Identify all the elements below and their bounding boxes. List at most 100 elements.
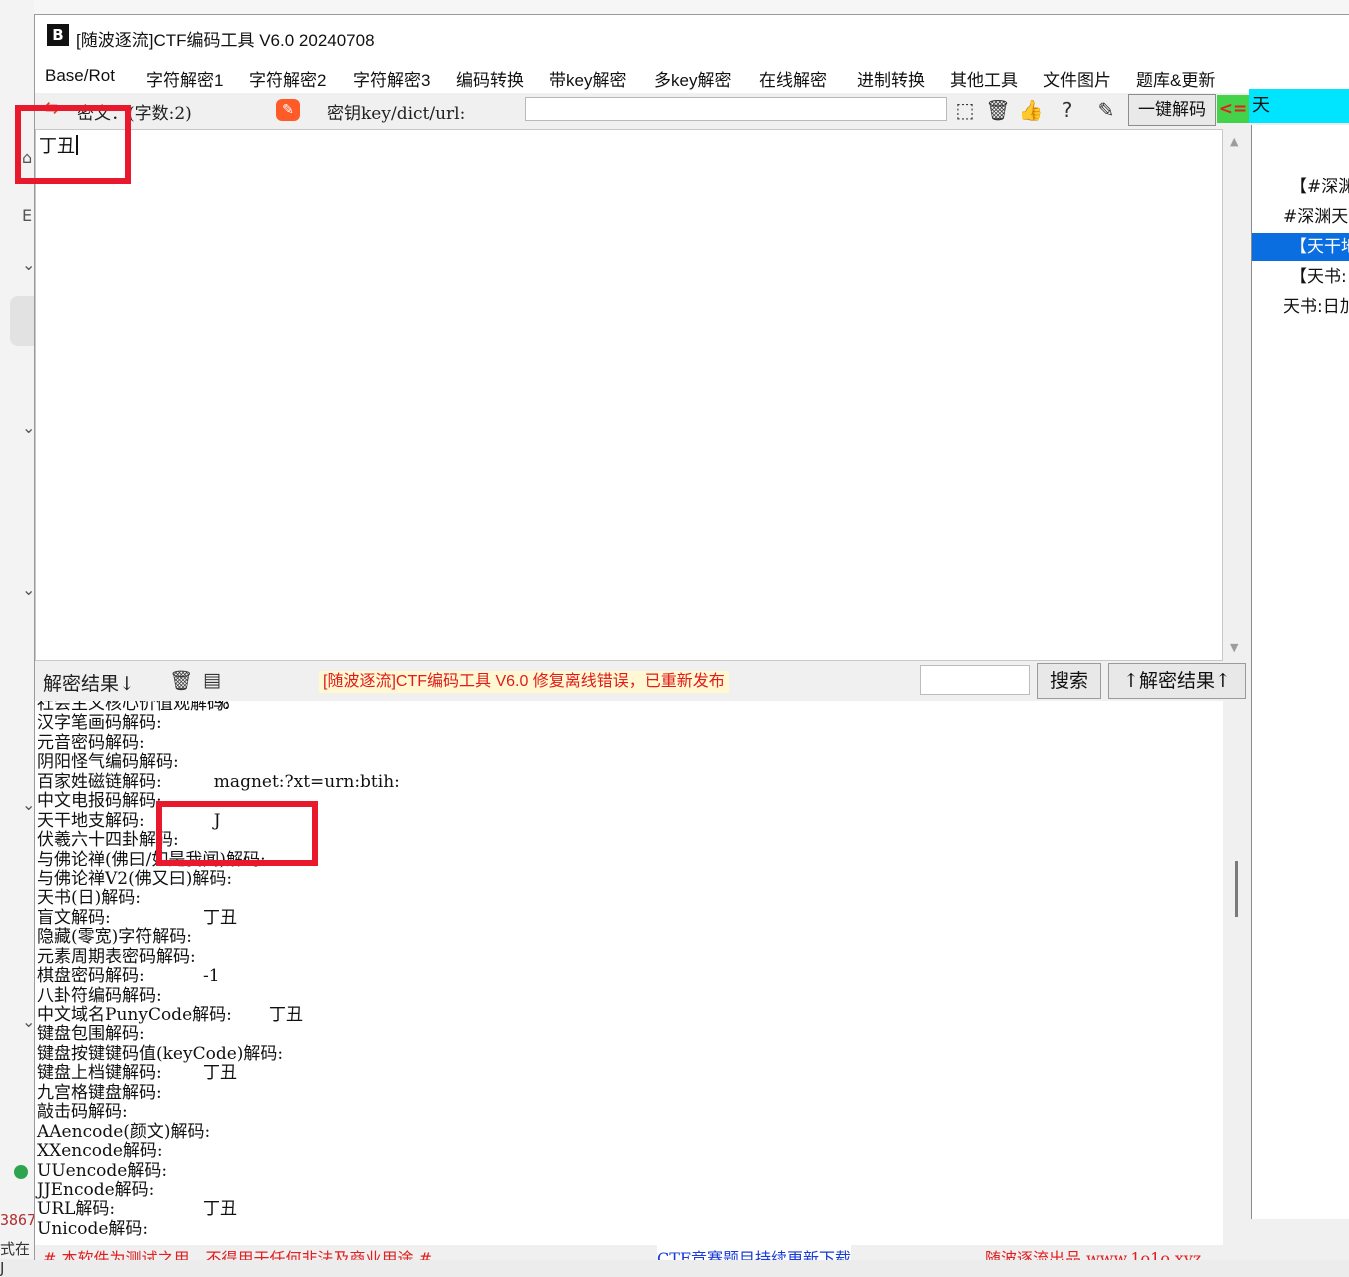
menu-char-decrypt-2[interactable]: 字符解密2 [249, 66, 326, 91]
background-window-top [0, 0, 1349, 15]
menu-char-decrypt-1[interactable]: 字符解密1 [146, 66, 223, 91]
result-line-label: UUencode解码: [37, 1160, 168, 1181]
result-line: 盲文解码: 丁丑 [37, 907, 283, 928]
result-line-label: 社会主义核心价值观解码: [37, 701, 230, 714]
menu-file-image[interactable]: 文件图片 [1043, 66, 1111, 91]
result-line: 敲击码解码: [37, 1102, 283, 1123]
result-line-label: 盲文解码: [37, 907, 111, 928]
menu-online-decrypt[interactable]: 在线解密 [759, 66, 827, 91]
method-item[interactable]: #深渊天 [1252, 203, 1349, 231]
search-button[interactable]: 搜索 [1037, 663, 1101, 699]
decrypt-result-button[interactable]: ↑解密结果↑ [1108, 663, 1246, 699]
result-line: 八卦符编码解码: [37, 985, 283, 1006]
app-window: B [随波逐流]CTF编码工具 V6.0 20240708 Base/Rot 字… [34, 14, 1349, 1260]
menu-multi-key-decrypt[interactable]: 多key解密 [654, 66, 731, 91]
result-line-label: JJEncode解码: [37, 1179, 155, 1200]
result-line-label: 敲击码解码: [37, 1102, 128, 1123]
ciphertext-label: 密文：(字数:2) [77, 104, 192, 124]
result-line: 九宫格键盘解码: [37, 1082, 283, 1103]
status-disclaimer: # 本软件为测试之用，不得用于任何非法及商业用途 # [43, 1249, 432, 1260]
result-line-value: % [203, 701, 230, 714]
output-scrollbar[interactable] [1223, 701, 1251, 1245]
result-line: 百家姓磁链解码: magnet:?xt=urn:btih: [37, 772, 400, 792]
scroll-up-icon[interactable]: ▲ [1230, 135, 1238, 148]
copy-icon[interactable]: ▤ [203, 669, 221, 691]
result-line: UUencode解码: [37, 1160, 283, 1181]
ciphertext-icon: ⇆ [45, 98, 59, 117]
method-list: 【#深渊 #深渊天 【天干地 【天书:日 天书:日加 [1251, 125, 1349, 1219]
result-line: 键盘按键键码值(keyCode)解码: [37, 1043, 284, 1064]
result-line-label: 伏羲六十四卦解码: [37, 830, 179, 851]
help-icon[interactable]: ? [1054, 98, 1080, 122]
pencil-icon[interactable]: ✎ [276, 99, 300, 121]
result-line: 汉字笔画码解码: [37, 714, 283, 733]
result-line: 社会主义核心价值观解码: % [37, 701, 283, 714]
method-item-selected[interactable]: 【天干地 [1252, 233, 1349, 261]
method-item[interactable]: 【天书:日 [1252, 263, 1349, 291]
result-line-label: URL解码: [37, 1199, 116, 1220]
text-caret [76, 135, 78, 155]
result-line: 与佛论禅V2(佛又曰)解码: [37, 869, 283, 889]
type-input[interactable]: 天 [1249, 89, 1349, 123]
one-click-decode-button[interactable]: 一键解码 [1128, 94, 1216, 126]
status-credit[interactable]: 随波逐流出品 www.1o1o.xyz [985, 1245, 1201, 1260]
result-line-label: 九宫格键盘解码: [37, 1082, 162, 1103]
search-input[interactable] [920, 665, 1030, 695]
menu-base-convert[interactable]: 进制转换 [857, 66, 925, 91]
result-line: 中文域名PunyCode解码: 丁丑 [37, 1005, 303, 1025]
result-line-label: 棋盘密码解码: [37, 966, 145, 987]
result-line: Unicode解码: [37, 1219, 283, 1239]
menu-bar: Base/Rot 字符解密1 字符解密2 字符解密3 编码转换 带key解密 多… [35, 59, 1349, 94]
result-line-label: 键盘按键键码值(keyCode)解码: [37, 1043, 284, 1064]
background-tab [10, 296, 34, 346]
title-bar: B [随波逐流]CTF编码工具 V6.0 20240708 [35, 15, 1349, 59]
app-logo: B [47, 24, 69, 46]
result-line-label: 键盘上档键解码: [37, 1063, 162, 1084]
trash-icon[interactable]: 🗑 [985, 98, 1011, 122]
menu-char-decrypt-3[interactable]: 字符解密3 [353, 66, 430, 91]
result-line-label: AAencode(颜文)解码: [37, 1121, 211, 1142]
cursor-select-icon[interactable]: ⬚ [952, 98, 978, 122]
result-output[interactable]: 社会主义核心价值观解码: % 汉字笔画码解码: 元音密码解码: 阴阳怪气编码解码: 百家… [35, 701, 1223, 1245]
result-line-label: 与佛论禅(佛曰/如是我闻)解码: [37, 849, 266, 870]
method-item[interactable]: 【#深渊 [1252, 173, 1349, 201]
release-notice[interactable]: [随波逐流]CTF编码工具 V6.0 修复离线错误，已重新发布 [319, 671, 729, 693]
result-line: 伏羲六十四卦解码: [37, 830, 283, 851]
menu-key-decrypt[interactable]: 带key解密 [549, 66, 626, 91]
method-item[interactable]: 天书:日加 [1252, 293, 1349, 321]
trash-icon[interactable]: 🗑 [169, 669, 193, 692]
menu-base-rot[interactable]: Base/Rot [45, 66, 115, 86]
result-line-value: -1 [203, 966, 220, 987]
result-line: AAencode(颜文)解码: [37, 1121, 283, 1142]
result-line-label: 中文电报码解码: [37, 791, 162, 812]
result-line-label: XXencode解码: [37, 1141, 163, 1162]
menu-library-update[interactable]: 题库&更新 [1136, 66, 1215, 91]
status-bar: # 本软件为测试之用，不得用于任何非法及商业用途 # CTF竞赛题目持续更新下载… [35, 1245, 1349, 1260]
arrow-tag: <= [1217, 95, 1249, 123]
result-line-label: 八卦符编码解码: [37, 985, 162, 1006]
bracket-mark: E [22, 206, 33, 225]
result-line-label: 天书(日)解码: [37, 888, 141, 909]
key-label: 密钥key/dict/url: [327, 104, 466, 124]
status-dot [14, 1165, 28, 1179]
scroll-thumb[interactable] [1235, 861, 1238, 917]
result-line: 天干地支解码: J [37, 811, 283, 831]
result-line: XXencode解码: [37, 1141, 283, 1162]
result-line-value: 丁丑 [203, 1063, 237, 1084]
ciphertext-input[interactable]: 丁丑 [35, 129, 1223, 661]
ciphertext-value: 丁丑 [39, 136, 75, 157]
thumbs-up-icon[interactable]: 👍 [1018, 98, 1044, 122]
result-line: JJEncode解码: [37, 1179, 283, 1200]
scroll-down-icon[interactable]: ▼ [1230, 641, 1238, 654]
menu-encoding-convert[interactable]: 编码转换 [456, 66, 524, 91]
key-input[interactable] [525, 97, 947, 121]
input-scrollbar[interactable]: ▲ ▼ [1223, 129, 1251, 661]
status-update-link[interactable]: CTF竞赛题目持续更新下载 [657, 1245, 852, 1260]
edit-icon[interactable]: ✎ [1093, 98, 1119, 122]
window-title: [随波逐流]CTF编码工具 V6.0 20240708 [76, 31, 375, 50]
menu-other-tools[interactable]: 其他工具 [950, 66, 1018, 91]
result-line-value: magnet:?xt=urn:btih: [203, 771, 400, 792]
result-lines: 社会主义核心价值观解码: % 汉字笔画码解码: 元音密码解码: 阴阳怪气编码解码: 百家… [37, 701, 400, 1239]
result-line: URL解码: 丁丑 [37, 1199, 283, 1220]
result-line-label: 阴阳怪气编码解码: [37, 752, 179, 773]
